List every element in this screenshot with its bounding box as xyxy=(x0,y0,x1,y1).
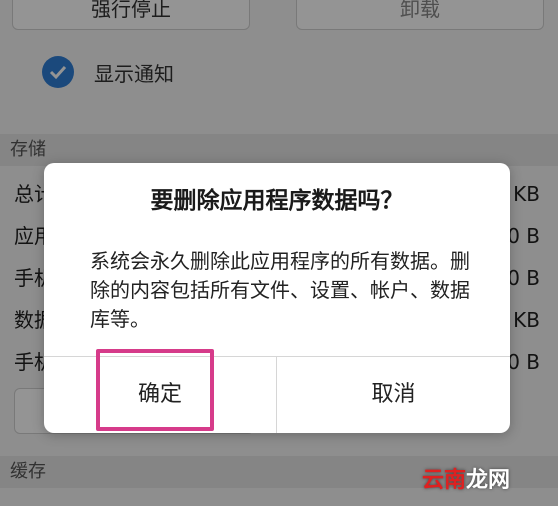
highlight-annotation xyxy=(96,349,214,431)
dialog-title: 要删除应用程序数据吗？ xyxy=(150,188,404,214)
watermark-part1: 云南 xyxy=(422,468,467,493)
watermark-part2: 龙网 xyxy=(466,468,511,493)
watermark-logo: 云南龙网 xyxy=(422,462,510,496)
cancel-button[interactable]: 取消 xyxy=(277,357,510,433)
dialog-message: 系统会永久删除此应用程序的所有数据。删除的内容包括所有文件、设置、帐户、数据库等… xyxy=(90,249,470,331)
